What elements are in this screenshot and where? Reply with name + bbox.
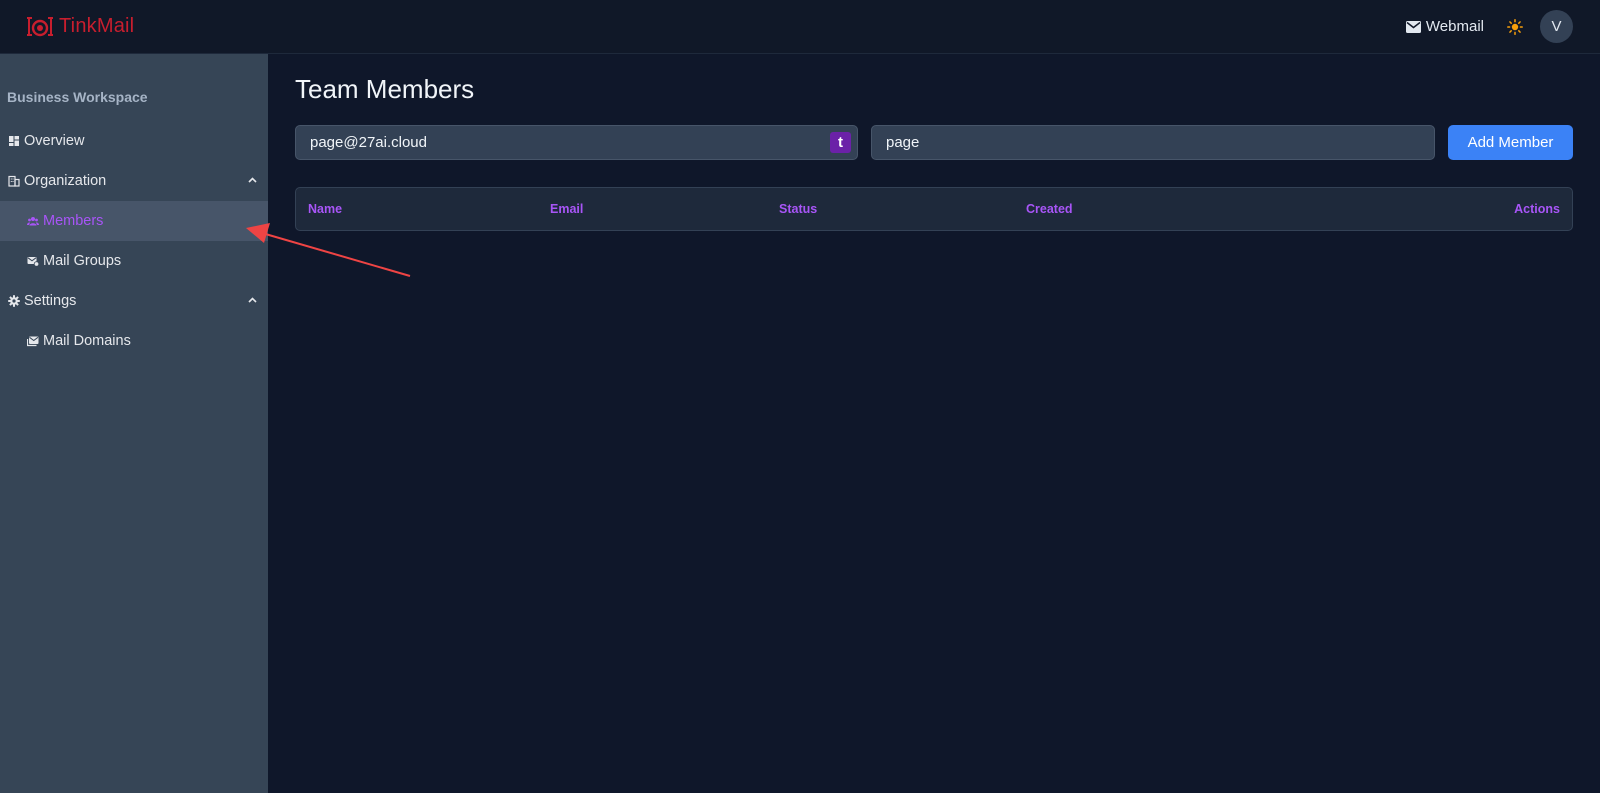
column-header-status[interactable]: Status <box>779 202 817 216</box>
sidebar: Business Workspace Overview Organization… <box>0 54 268 793</box>
autofill-extension-icon[interactable]: t <box>830 132 851 153</box>
mail-group-icon <box>27 255 39 267</box>
sidebar-item-members[interactable]: Members <box>0 201 268 241</box>
workspace-title: Business Workspace <box>7 89 148 105</box>
sidebar-item-label: Members <box>43 213 104 229</box>
name-input[interactable]: page <box>871 125 1435 160</box>
sidebar-item-mail-domains[interactable]: Mail Domains <box>0 321 268 361</box>
column-header-created[interactable]: Created <box>1026 202 1073 216</box>
mail-domain-icon <box>27 335 39 347</box>
sidebar-item-mail-groups[interactable]: Mail Groups <box>0 241 268 281</box>
page-title: Team Members <box>295 74 475 104</box>
sidebar-item-label: Overview <box>24 133 85 149</box>
sidebar-item-overview[interactable]: Overview <box>0 121 268 161</box>
name-input-value: page <box>886 134 920 151</box>
app-logo[interactable]: TinkMail <box>26 15 134 39</box>
sidebar-item-label: Mail Domains <box>43 333 131 349</box>
add-member-button[interactable]: Add Member <box>1448 125 1573 160</box>
sun-icon[interactable] <box>1507 18 1523 35</box>
building-icon <box>8 175 20 187</box>
sidebar-item-organization[interactable]: Organization <box>0 161 268 201</box>
column-header-email[interactable]: Email <box>550 202 583 216</box>
app-name: TinkMail <box>59 15 135 37</box>
sidebar-item-label: Settings <box>24 293 77 309</box>
chevron-up-icon[interactable] <box>247 295 258 306</box>
envelope-icon <box>1405 20 1421 33</box>
top-bar: TinkMail Webmail V <box>0 0 1600 54</box>
tinkmail-logo-icon <box>27 16 53 36</box>
users-icon <box>27 215 39 227</box>
sidebar-item-label: Mail Groups <box>43 253 122 269</box>
chevron-up-icon[interactable] <box>247 175 258 186</box>
dashboard-icon <box>8 135 20 147</box>
column-header-name[interactable]: Name <box>308 202 342 216</box>
webmail-label: Webmail <box>1425 18 1484 35</box>
column-header-actions: Actions <box>1514 202 1560 216</box>
email-input-value: page@27ai.cloud <box>310 134 427 151</box>
gear-icon <box>8 295 20 307</box>
webmail-link[interactable]: Webmail <box>1405 18 1484 35</box>
sidebar-item-label: Organization <box>24 173 107 189</box>
email-input[interactable]: page@27ai.cloud t <box>295 125 858 160</box>
sidebar-item-settings[interactable]: Settings <box>0 281 268 321</box>
members-table: Name Email Status Created Actions <box>295 187 1573 231</box>
avatar[interactable]: V <box>1540 10 1573 43</box>
